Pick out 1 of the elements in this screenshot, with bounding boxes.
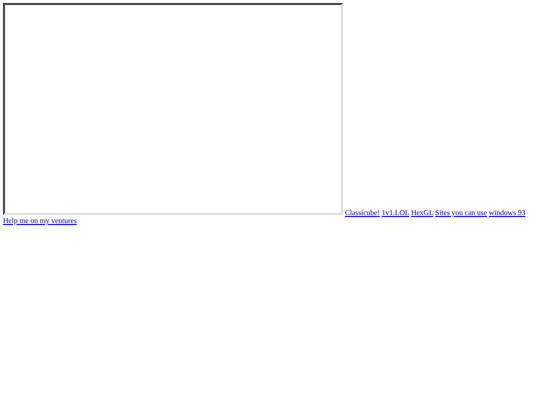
embedded-frame[interactable] [3,3,343,215]
